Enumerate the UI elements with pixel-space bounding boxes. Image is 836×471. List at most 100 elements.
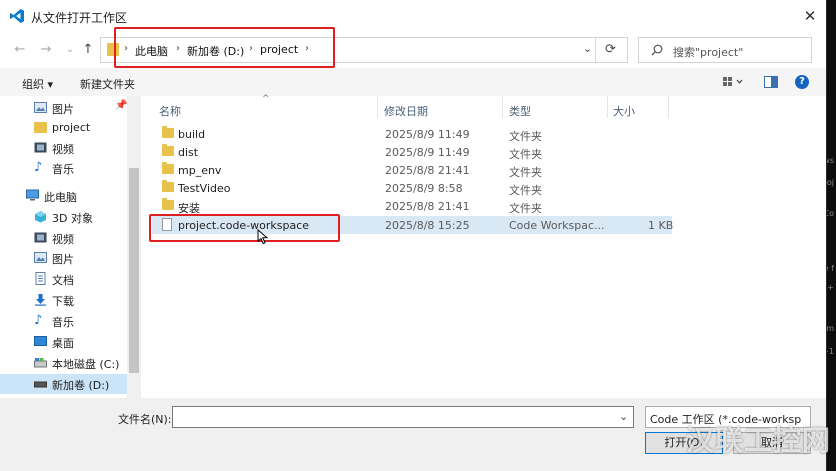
file-type: 文件夹 xyxy=(509,130,542,143)
column-header-date[interactable]: 修改日期 xyxy=(384,103,428,119)
file-row-testvideo[interactable]: TestVideo 2025/8/9 8:58 文件夹 xyxy=(152,179,672,197)
address-highlight-box xyxy=(114,27,335,68)
preview-pane-icon[interactable] xyxy=(764,76,778,88)
folder-icon xyxy=(162,198,174,210)
sidebar-scrollbar-thumb[interactable] xyxy=(129,168,139,373)
chevron-down-icon[interactable]: ⌄ xyxy=(619,410,628,423)
sidebar-item-label: 文档 xyxy=(52,274,74,287)
command-bar: 组织 ▾ 新建文件夹 ? xyxy=(0,68,826,96)
view-options-icon[interactable] xyxy=(722,76,744,88)
sidebar-item-videos[interactable]: 视频 xyxy=(0,138,127,158)
sidebar-item-3d-objects[interactable]: 3D 对象 xyxy=(0,207,127,227)
sidebar-item-pictures[interactable]: 图片 xyxy=(0,248,127,268)
folder-icon xyxy=(34,122,47,133)
file-name: build xyxy=(178,128,206,141)
video-icon xyxy=(34,142,47,153)
sidebar-item-desktop[interactable]: 桌面 xyxy=(0,332,127,352)
folder-icon xyxy=(162,162,174,174)
up-button[interactable]: ↑ xyxy=(80,42,96,57)
desktop-icon xyxy=(34,336,47,346)
sidebar-item-label: 本地磁盘 (C:) xyxy=(52,358,120,371)
sort-ascending-icon: ^ xyxy=(262,94,270,104)
column-divider xyxy=(668,96,669,118)
file-row-build[interactable]: build 2025/8/9 11:49 文件夹 xyxy=(152,125,672,143)
file-name: TestVideo xyxy=(178,182,231,195)
sidebar-item-label: 桌面 xyxy=(52,337,74,350)
file-type: 文件夹 xyxy=(509,148,542,161)
sidebar-item-label: 新加卷 (D:) xyxy=(52,379,110,392)
sidebar-item-this-pc[interactable]: 此电脑 xyxy=(0,186,127,206)
sidebar-item-drive-c[interactable]: 本地磁盘 (C:) xyxy=(0,353,127,373)
sidebar-item-music[interactable]: ♪ 音乐 xyxy=(0,158,127,178)
search-box[interactable]: 搜索"project" xyxy=(638,37,812,63)
file-type: Code Workspac... xyxy=(509,219,605,232)
file-row-mp-env[interactable]: mp_env 2025/8/8 21:41 文件夹 xyxy=(152,161,672,179)
file-highlight-box xyxy=(149,214,340,242)
sidebar-item-label: 此电脑 xyxy=(44,191,77,204)
sidebar-item-label: 音乐 xyxy=(52,316,74,329)
sidebar-item-label: 视频 xyxy=(52,143,74,156)
new-folder-button[interactable]: 新建文件夹 xyxy=(80,76,135,92)
file-row-install[interactable]: 安装 2025/8/8 21:41 文件夹 xyxy=(152,197,672,215)
file-date: 2025/8/9 8:58 xyxy=(385,182,463,195)
file-date: 2025/8/8 21:41 xyxy=(385,200,470,213)
divider xyxy=(595,38,596,62)
sidebar-item-project[interactable]: project xyxy=(0,118,127,138)
drive-icon xyxy=(34,381,47,388)
file-row-dist[interactable]: dist 2025/8/9 11:49 文件夹 xyxy=(152,143,672,161)
video-icon xyxy=(34,232,47,243)
close-button[interactable]: ✕ xyxy=(800,6,820,26)
folder-icon xyxy=(162,180,174,192)
column-divider xyxy=(377,96,378,118)
back-button[interactable]: ← xyxy=(12,42,28,57)
filename-input[interactable]: ⌄ xyxy=(172,406,634,428)
file-size: 1 KB xyxy=(648,219,674,232)
watermark-text: 汉联工控网 xyxy=(686,424,832,457)
music-icon: ♪ xyxy=(34,313,43,328)
file-type: 文件夹 xyxy=(509,184,542,197)
search-placeholder: 搜索"project" xyxy=(673,46,744,59)
sidebar-item-documents[interactable]: 文档 xyxy=(0,269,127,289)
file-date: 2025/8/8 15:25 xyxy=(385,219,470,232)
recent-locations-button[interactable]: ⌄ xyxy=(62,44,78,55)
sidebar-item-label: 音乐 xyxy=(52,163,74,176)
file-name: mp_env xyxy=(178,164,222,177)
column-divider xyxy=(502,96,503,118)
file-date: 2025/8/9 11:49 xyxy=(385,146,470,159)
address-dropdown-icon[interactable]: ⌄ xyxy=(583,42,592,55)
file-type: 文件夹 xyxy=(509,202,542,215)
pictures-icon xyxy=(34,102,47,113)
column-header-name[interactable]: 名称 xyxy=(159,103,181,119)
navigation-pane: 📌 图片 project 视频 ♪ 音乐 此电脑 3D 对象 视频 图片 文档 … xyxy=(0,96,141,398)
sidebar-item-videos[interactable]: 视频 xyxy=(0,228,127,248)
3d-objects-icon xyxy=(35,211,46,223)
file-date: 2025/8/9 11:49 xyxy=(385,128,470,141)
help-icon[interactable]: ? xyxy=(795,75,809,89)
column-header-size[interactable]: 大小 xyxy=(613,103,635,119)
forward-button[interactable]: → xyxy=(38,42,54,57)
music-icon: ♪ xyxy=(34,160,43,175)
sidebar-item-pictures[interactable]: 图片 xyxy=(0,98,127,118)
refresh-button[interactable]: ⟳ xyxy=(605,42,616,57)
sidebar-item-music[interactable]: ♪ 音乐 xyxy=(0,311,127,331)
sidebar-item-label: 图片 xyxy=(52,253,74,266)
mouse-cursor-icon xyxy=(257,229,269,245)
filename-label: 文件名(N): xyxy=(118,413,172,426)
sidebar-item-label: 3D 对象 xyxy=(52,212,93,225)
sidebar-item-label: 下载 xyxy=(52,295,74,308)
download-icon xyxy=(35,294,46,306)
pictures-icon xyxy=(34,252,47,263)
drive-icon xyxy=(34,358,47,368)
sidebar-item-label: 图片 xyxy=(52,103,74,116)
file-type: 文件夹 xyxy=(509,166,542,179)
sidebar-item-downloads[interactable]: 下载 xyxy=(0,290,127,310)
organize-menu[interactable]: 组织 ▾ xyxy=(22,76,53,92)
sidebar-item-drive-d[interactable]: 新加卷 (D:) xyxy=(0,374,127,394)
column-header-type[interactable]: 类型 xyxy=(509,103,531,119)
vscode-icon xyxy=(10,9,24,23)
sidebar-item-label: project xyxy=(52,121,91,134)
file-name: dist xyxy=(178,146,199,159)
folder-icon xyxy=(162,126,174,138)
this-pc-icon xyxy=(26,189,39,201)
folder-icon xyxy=(162,144,174,156)
